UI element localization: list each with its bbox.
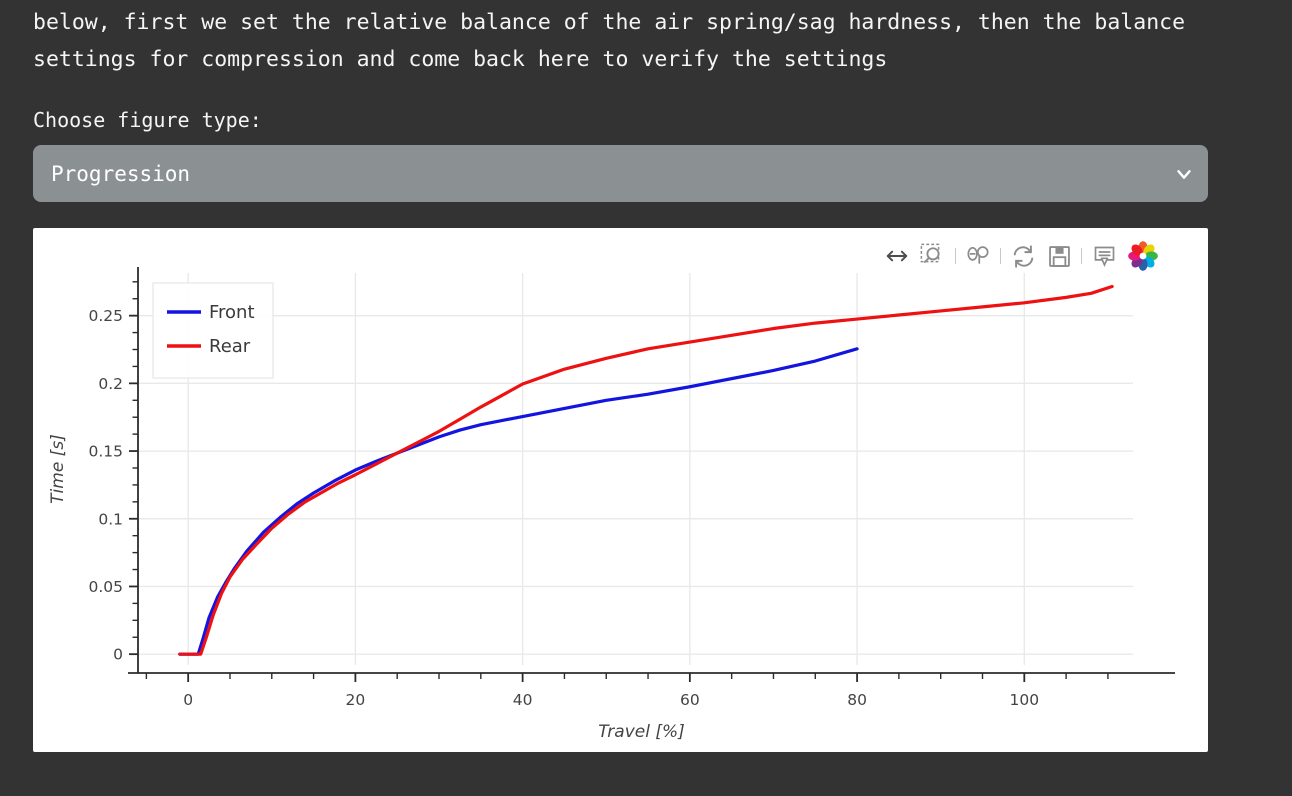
legend-label-rear[interactable]: Rear [209, 336, 251, 357]
y-tick-label: 0.05 [88, 578, 123, 596]
y-tick-label: 0.25 [88, 307, 123, 325]
legend-box [152, 282, 274, 379]
y-tick-label: 0.1 [98, 510, 123, 528]
figure-type-label: Choose figure type: [33, 108, 262, 132]
figure-type-select[interactable]: Progression [33, 145, 1208, 202]
intro-paragraph: below, first we set the relative balance… [33, 10, 1198, 72]
y-tick-label: 0.15 [88, 443, 123, 461]
progression-chart: 0 0.05 0.1 0.15 0.2 0.25 0 20 40 60 80 100 Travel [%… [48, 267, 1175, 742]
x-tick-label: 60 [680, 691, 700, 709]
y-axis-title: Time [s] [48, 434, 68, 504]
y-tick-label: 0.2 [98, 375, 123, 393]
x-tick-label: 20 [346, 691, 366, 709]
legend-label-front[interactable]: Front [209, 302, 255, 323]
page-root: below, first we set the relative balance… [0, 0, 1292, 796]
chart-card: 0 0.05 0.1 0.15 0.2 0.25 0 20 40 60 80 100 Travel [%… [33, 228, 1208, 752]
x-tick-label: 40 [513, 691, 533, 709]
x-axis-title: Travel [%] [598, 722, 685, 742]
figure-type-selected-value: Progression [51, 161, 191, 186]
x-tick-label: 0 [183, 691, 193, 709]
x-tick-label: 80 [847, 691, 867, 709]
y-tick-label: 0 [113, 646, 123, 664]
plot-background [138, 273, 1133, 665]
x-tick-label: 100 [1010, 691, 1040, 709]
chevron-down-icon [1160, 145, 1208, 202]
